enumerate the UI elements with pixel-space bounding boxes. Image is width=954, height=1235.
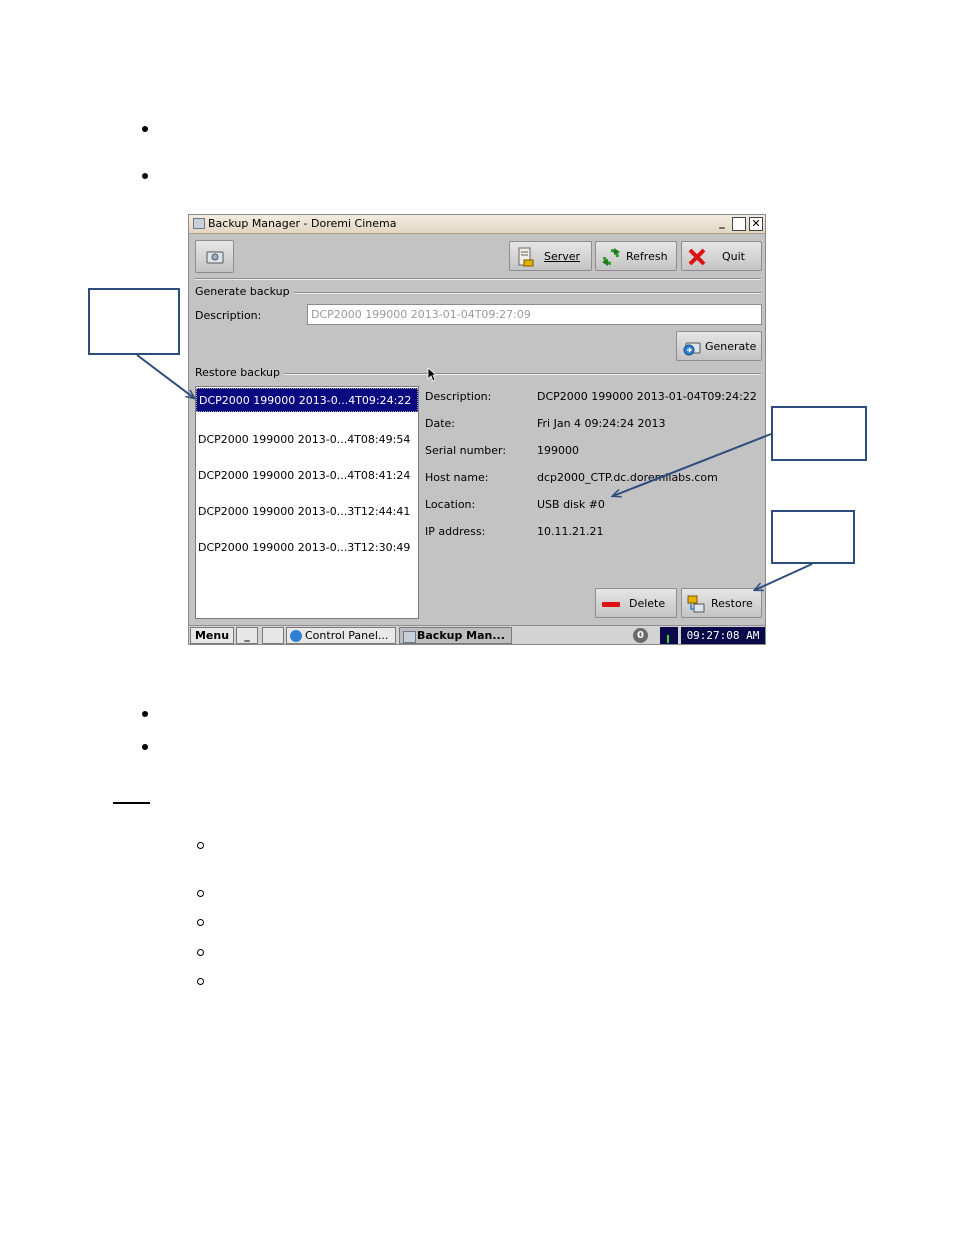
- annotation-arrow: [755, 563, 813, 590]
- annotation-arrow: [613, 433, 772, 496]
- annotation-arrows: [136, 354, 813, 1235]
- annotation-arrow: [136, 354, 194, 398]
